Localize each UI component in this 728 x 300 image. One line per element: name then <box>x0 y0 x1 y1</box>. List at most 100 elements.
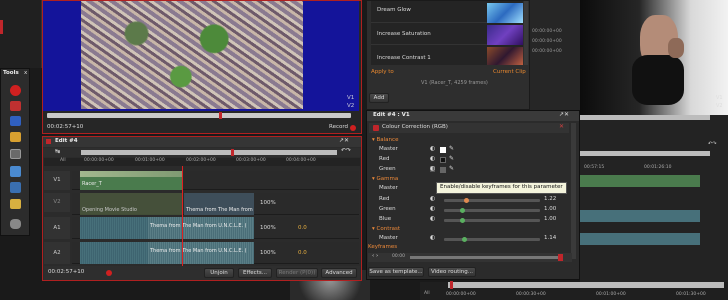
add-effect-button[interactable]: Add <box>369 93 389 103</box>
timeline-playhead-line[interactable] <box>182 166 183 266</box>
contrast-master-slider[interactable] <box>444 237 540 242</box>
param-value[interactable]: 1.00 <box>544 206 556 213</box>
preview-v2-label: V2 <box>347 103 355 109</box>
save-as-template-button[interactable]: Save as template... <box>368 267 424 277</box>
param-label: Red <box>379 156 390 162</box>
film-icon[interactable] <box>10 149 21 159</box>
keyframe-marker[interactable] <box>558 254 563 261</box>
render-button[interactable]: Render (P(0)) <box>276 268 318 278</box>
param-label: Master <box>379 146 398 152</box>
effect-item-increase-saturation[interactable]: Increase Saturation <box>371 24 523 45</box>
filter-enable-icon[interactable] <box>373 125 379 131</box>
clip-audio-a1-1[interactable] <box>80 217 148 239</box>
keyframe-toggle-icon[interactable]: ◐ <box>430 166 436 172</box>
clip-audio-a2-1[interactable] <box>80 242 148 264</box>
users-icon[interactable] <box>10 219 21 229</box>
a1-volume-value[interactable]: 0.0 <box>298 225 307 232</box>
keyframe-toggle-icon[interactable]: ◐ <box>430 206 435 212</box>
right-bottom-playhead[interactable] <box>450 281 453 289</box>
effects-scrollbar[interactable] <box>524 1 528 65</box>
a2-volume-value[interactable]: 0.0 <box>298 250 307 257</box>
edit-left-toolbar: ↹ ↶↷ <box>43 148 361 157</box>
filter-remove-icon[interactable]: ✕ <box>559 124 564 130</box>
clip-audio-a1-2[interactable]: Thema from The Man from U.N.C.L.E. ( <box>148 217 254 239</box>
param-value[interactable]: 1.14 <box>544 235 556 242</box>
track-label-a1[interactable]: A1 <box>44 217 70 239</box>
clip-thema-v2[interactable]: Thema from The Man from <box>184 193 254 215</box>
edit-left-ruler: All 00:00:00+00 00:01:00+00 00:02:00+00 … <box>44 158 360 166</box>
gamma-green-slider[interactable] <box>444 208 540 213</box>
unjoin-button[interactable]: Unjoin <box>204 268 234 278</box>
right-track-label[interactable]: V2 <box>716 104 723 109</box>
contrast-section-header[interactable]: ▾ Contrast <box>372 226 400 233</box>
balance-section-header[interactable]: ▾ Balance <box>372 137 398 144</box>
gamma-blue-slider[interactable] <box>444 218 540 223</box>
record-button-icon[interactable] <box>350 125 356 131</box>
eyedropper-icon[interactable]: ✎ <box>449 146 454 152</box>
effects-icon[interactable] <box>10 182 21 193</box>
effect-thumb-dream-glow <box>487 3 523 23</box>
slider-knob[interactable] <box>460 208 465 213</box>
record-icon[interactable] <box>10 85 21 96</box>
strip-timecode: 00:00:00+00 <box>532 39 562 44</box>
left-edge-panel <box>0 0 42 68</box>
color-swatch[interactable] <box>440 147 446 153</box>
timeline-overview-bar[interactable] <box>81 150 337 155</box>
tools-close-button[interactable]: x <box>24 70 27 77</box>
slider-knob[interactable] <box>464 198 469 203</box>
keyframe-track[interactable] <box>410 256 560 259</box>
keyframes-section-header[interactable]: Keyframes <box>368 244 397 251</box>
eyedropper-icon[interactable]: ✎ <box>449 156 454 162</box>
param-value[interactable]: 1.22 <box>544 196 556 203</box>
layers-icon[interactable] <box>10 166 21 177</box>
keyframe-toggle-icon[interactable]: ◐ <box>430 216 435 222</box>
monitor-playhead-marker[interactable] <box>219 112 222 119</box>
edit-left-window-controls[interactable]: ↗✕ <box>339 138 349 144</box>
right-track-ctrl[interactable]: ↶↷ <box>708 142 716 147</box>
keyframe-toggle-icon[interactable]: ◐ <box>430 235 435 241</box>
slider-knob[interactable] <box>460 218 465 223</box>
gamma-section-header[interactable]: ▾ Gamma <box>372 176 398 183</box>
filter-header[interactable]: Colour Correction (RGB) ✕ <box>369 123 569 133</box>
edit-left-red-icon <box>46 139 51 144</box>
effect-item-dream-glow[interactable]: Dream Glow <box>371 1 523 23</box>
slider-knob[interactable] <box>462 237 467 242</box>
zoom-icon[interactable]: ↹ <box>55 149 60 155</box>
color-swatch[interactable] <box>440 157 446 163</box>
effect-item-increase-contrast[interactable]: Increase Contrast 1 <box>371 46 523 65</box>
monitor-scrubber[interactable] <box>47 113 351 118</box>
advanced-button[interactable]: Advanced <box>321 268 357 278</box>
gamma-red-slider[interactable] <box>444 198 540 203</box>
clip-racer[interactable]: Racer_T <box>80 171 183 190</box>
right-overview-bar[interactable] <box>580 115 710 120</box>
right-track-label[interactable]: V1 <box>716 96 723 101</box>
track-lane-v2: Opening Movie Studio Thema from The Man … <box>72 193 359 215</box>
edit-right-window-controls[interactable]: ↗✕ <box>559 112 569 118</box>
track-label-a2[interactable]: A2 <box>44 242 70 264</box>
preview-v1-label: V1 <box>347 95 355 101</box>
folder-icon[interactable] <box>10 132 21 142</box>
video-routing-button[interactable]: Video routing... <box>428 267 476 277</box>
stop-icon[interactable] <box>10 101 21 111</box>
clip-icon[interactable] <box>10 116 21 126</box>
effects-button[interactable]: Effects... <box>238 268 272 278</box>
keyframe-toggle-icon[interactable]: ◐ <box>430 156 435 162</box>
color-swatch[interactable] <box>440 167 446 173</box>
keyframe-nav-icons[interactable]: ‹ › <box>372 253 378 260</box>
clip-opening-movie[interactable]: Opening Movie Studio <box>80 193 182 215</box>
right-bottom-overview[interactable] <box>448 282 724 288</box>
right-scroll-bar-2[interactable] <box>580 151 710 156</box>
undo-redo-icons[interactable]: ↶↷ <box>341 148 351 154</box>
ruler-tick: 00:02:00+00 <box>186 158 216 163</box>
param-value[interactable]: 1.00 <box>544 216 556 223</box>
keyframe-toggle-icon[interactable]: ◐ <box>430 196 435 202</box>
track-label-v1[interactable]: V1 <box>44 171 70 190</box>
track-label-v2[interactable]: V2 <box>44 193 70 212</box>
export-icon[interactable] <box>10 199 21 209</box>
current-clip-dropdown[interactable]: Current Clip <box>493 69 526 76</box>
eyedropper-icon[interactable]: ✎ <box>449 166 454 172</box>
clip-a2-label: Thema from The Man from U.N.C.L.E. ( <box>150 248 247 254</box>
clip-audio-a2-2[interactable]: Thema from The Man from U.N.C.L.E. ( <box>148 242 254 264</box>
overview-playhead[interactable] <box>231 149 234 156</box>
keyframe-toggle-icon[interactable]: ◐ <box>430 146 435 152</box>
